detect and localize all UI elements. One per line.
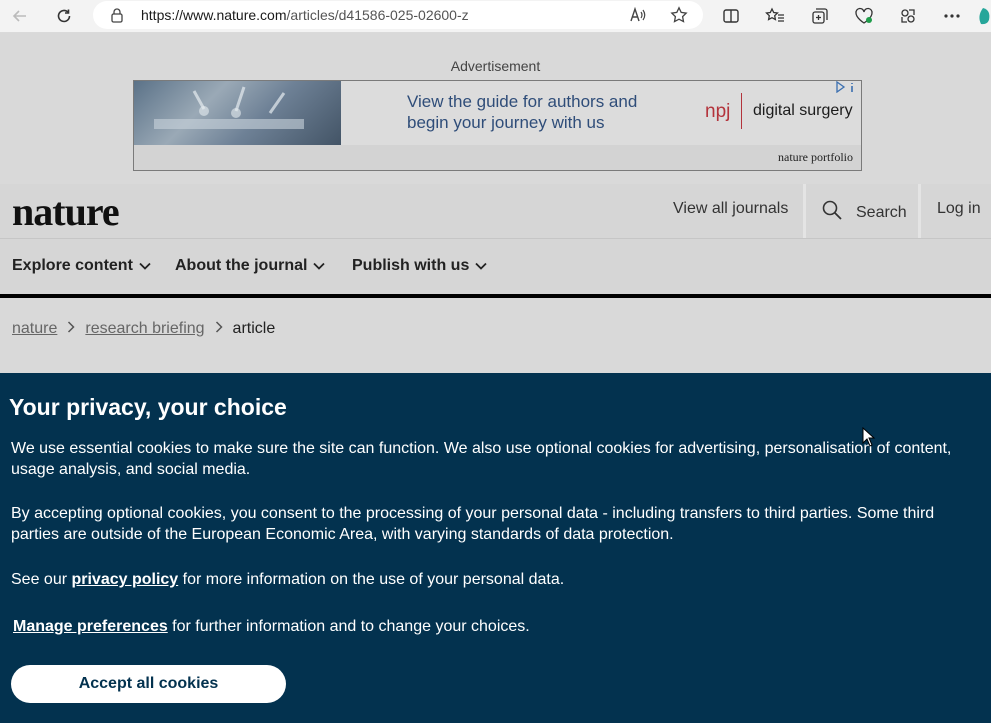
ad-footer-bar: nature portfolio bbox=[134, 145, 861, 170]
search-icon bbox=[822, 200, 842, 225]
nav-divider bbox=[0, 294, 991, 298]
view-all-journals-link[interactable]: View all journals bbox=[673, 200, 788, 218]
main-nav: Explore content About the journal Publis… bbox=[0, 239, 991, 294]
nav-label: About the journal bbox=[175, 257, 308, 274]
advertisement-banner[interactable]: View the guide for authors and begin you… bbox=[133, 80, 862, 171]
cookie-paragraph-1: We use essential cookies to make sure th… bbox=[11, 440, 952, 478]
cookie-paragraph-4: Manage preferences for further informati… bbox=[13, 616, 963, 637]
favorites-icon[interactable] bbox=[763, 4, 787, 28]
split-screen-icon[interactable] bbox=[719, 4, 743, 28]
cookie-title: Your privacy, your choice bbox=[9, 394, 287, 420]
lock-icon[interactable] bbox=[109, 7, 125, 23]
nature-portfolio-logo: nature portfolio bbox=[778, 150, 853, 164]
ad-image[interactable] bbox=[134, 81, 341, 145]
journal-name: digital surgery bbox=[753, 102, 853, 119]
cookie-text: for further information and to change yo… bbox=[167, 618, 530, 635]
cookie-text: for more information on the use of your … bbox=[178, 571, 565, 588]
advertisement-label: Advertisement bbox=[450, 58, 541, 74]
address-bar[interactable]: https://www.nature.com/articles/d41586-0… bbox=[93, 1, 703, 29]
back-icon[interactable] bbox=[8, 4, 32, 28]
breadcrumb-research-briefing[interactable]: research briefing bbox=[85, 320, 204, 338]
favorite-star-icon[interactable] bbox=[669, 5, 689, 25]
nav-explore-content[interactable]: Explore content bbox=[12, 257, 151, 275]
refresh-icon[interactable] bbox=[52, 4, 76, 28]
browser-essentials-icon[interactable] bbox=[852, 4, 876, 28]
ad-headline-line1: View the guide for authors and bbox=[407, 92, 638, 111]
npj-brand: npj bbox=[705, 101, 731, 122]
chevron-right-icon bbox=[67, 320, 75, 338]
cookie-paragraph-2: By accepting optional cookies, you conse… bbox=[11, 505, 935, 543]
breadcrumb: nature research briefing article bbox=[12, 320, 275, 338]
more-options-icon[interactable] bbox=[940, 4, 964, 28]
chevron-down-icon bbox=[475, 257, 487, 275]
login-link[interactable]: Log in bbox=[937, 200, 981, 218]
extensions-icon[interactable] bbox=[896, 4, 920, 28]
accept-all-cookies-button[interactable]: Accept all cookies bbox=[11, 665, 286, 703]
header-divider bbox=[803, 184, 806, 238]
header-divider bbox=[918, 184, 921, 238]
ad-headline[interactable]: View the guide for authors and begin you… bbox=[407, 91, 637, 133]
breadcrumb-nature[interactable]: nature bbox=[12, 320, 57, 338]
cookie-text: See our bbox=[11, 571, 72, 588]
copilot-icon[interactable] bbox=[975, 4, 991, 28]
nav-label: Publish with us bbox=[352, 257, 470, 274]
breadcrumb-article: article bbox=[232, 320, 276, 337]
site-header: nature View all journals Search Log in bbox=[0, 184, 991, 239]
adchoices-icon[interactable] bbox=[835, 80, 855, 96]
collections-icon[interactable] bbox=[808, 4, 832, 28]
cookie-paragraph-3: See our privacy policy for more informat… bbox=[11, 569, 961, 590]
search-button[interactable]: Search bbox=[822, 200, 907, 225]
nav-about-journal[interactable]: About the journal bbox=[175, 257, 326, 275]
chevron-down-icon bbox=[313, 257, 326, 275]
chevron-right-icon bbox=[215, 320, 223, 338]
read-aloud-icon[interactable] bbox=[628, 5, 648, 25]
url-host: https://www.nature.com bbox=[141, 7, 287, 23]
nav-publish-with-us[interactable]: Publish with us bbox=[352, 257, 487, 275]
url-path: /articles/d41586-025-02600-z bbox=[286, 7, 469, 23]
search-label: Search bbox=[856, 203, 907, 221]
ad-headline-line2: begin your journey with us bbox=[407, 113, 605, 132]
url-text[interactable]: https://www.nature.com/articles/d41586-0… bbox=[141, 7, 469, 23]
nav-label: Explore content bbox=[12, 257, 133, 274]
nature-logo[interactable]: nature bbox=[12, 188, 120, 235]
cookie-consent-banner: Your privacy, your choice We use essenti… bbox=[0, 373, 991, 723]
mouse-cursor-icon bbox=[862, 426, 876, 452]
chevron-down-icon bbox=[139, 257, 151, 275]
manage-preferences-link[interactable]: Manage preferences bbox=[13, 618, 168, 635]
privacy-policy-link[interactable]: privacy policy bbox=[71, 571, 178, 588]
browser-toolbar: https://www.nature.com/articles/d41586-0… bbox=[0, 0, 991, 33]
brand-divider bbox=[741, 93, 742, 129]
